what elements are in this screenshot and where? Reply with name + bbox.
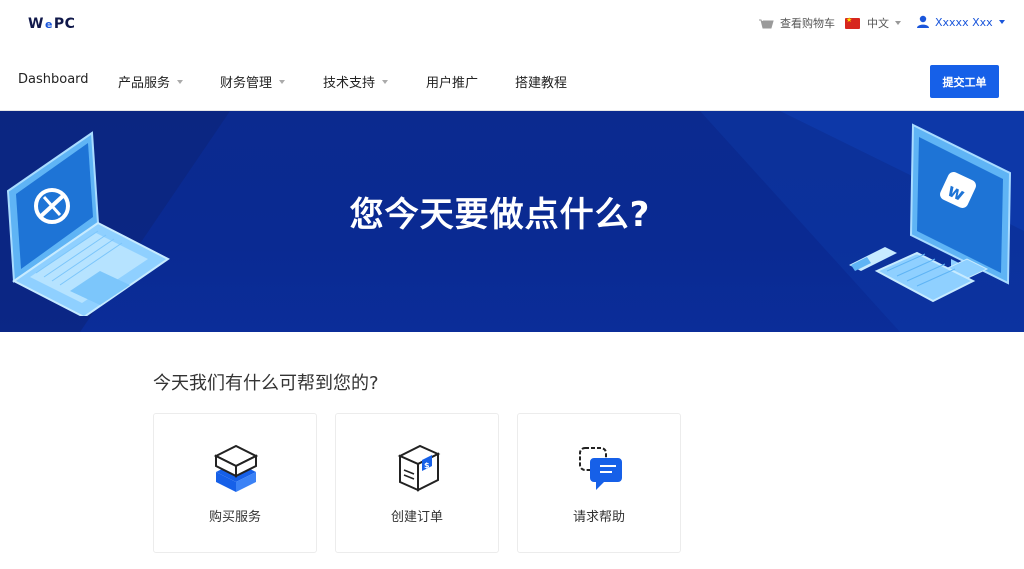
package-box-icon: $ (397, 444, 441, 492)
top-bar: WePC 查看购物车 中文 Xxxxx Xxx (0, 0, 1024, 48)
hero-banner: w 您今天要做点什么? (0, 111, 1024, 332)
user-icon (917, 15, 929, 28)
user-menu[interactable]: Xxxxx Xxx (916, 15, 1005, 29)
nav-item-finance[interactable]: 财务管理 (220, 72, 286, 91)
request-help-card[interactable]: 请求帮助 (517, 413, 681, 553)
card-label: 创建订单 (390, 510, 443, 525)
language-label: 中文 (867, 17, 889, 30)
brand-logo[interactable]: We PC (28, 14, 75, 34)
buy-service-card[interactable]: 购买服务 (153, 413, 317, 553)
china-flag-icon (845, 16, 860, 29)
chevron-down-icon (177, 79, 184, 84)
nav-item-affiliate[interactable]: 用户推广 (426, 72, 478, 91)
user-name: Xxxxx Xxx (935, 15, 993, 29)
chevron-down-icon (382, 79, 389, 84)
logo-w: W (28, 16, 44, 32)
nav-label: 财务管理 (220, 76, 273, 91)
cart-label: 查看购物车 (780, 17, 835, 30)
banner-title: 您今天要做点什么? (349, 195, 651, 235)
nav-item-tutorials[interactable]: 搭建教程 (515, 72, 567, 91)
main-nav: Dashboard 产品服务 财务管理 技术支持 用户推广 搭建教程 提交工单 (0, 48, 1024, 111)
card-label: 请求帮助 (572, 510, 625, 525)
nav-item-dashboard[interactable]: Dashboard (18, 72, 89, 87)
language-selector[interactable]: 中文 (845, 15, 901, 31)
svg-text:$: $ (424, 461, 430, 470)
nav-item-products[interactable]: 产品服务 (118, 72, 184, 91)
chat-bubbles-icon (579, 447, 622, 490)
help-section-title: 今天我们有什么可帮到您的? (153, 373, 379, 394)
nav-label: 产品服务 (118, 76, 171, 91)
nav-label: 搭建教程 (515, 76, 568, 91)
nav-label: 用户推广 (426, 76, 479, 91)
nav-label: 技术支持 (323, 76, 376, 91)
chevron-down-icon (998, 20, 1005, 24)
view-cart-link[interactable]: 查看购物车 (758, 15, 835, 31)
cart-icon (759, 19, 774, 28)
logo-pc: PC (53, 16, 76, 32)
submit-ticket-button[interactable]: 提交工单 (930, 65, 999, 98)
logo-e: e (44, 17, 53, 31)
server-box-icon (213, 444, 259, 492)
chevron-down-icon (895, 21, 901, 25)
card-label: 购买服务 (208, 510, 261, 525)
create-order-card[interactable]: $ 创建订单 (335, 413, 499, 553)
nav-item-support[interactable]: 技术支持 (323, 72, 389, 91)
chevron-down-icon (279, 79, 286, 84)
nav-label: Dashboard (18, 72, 89, 87)
